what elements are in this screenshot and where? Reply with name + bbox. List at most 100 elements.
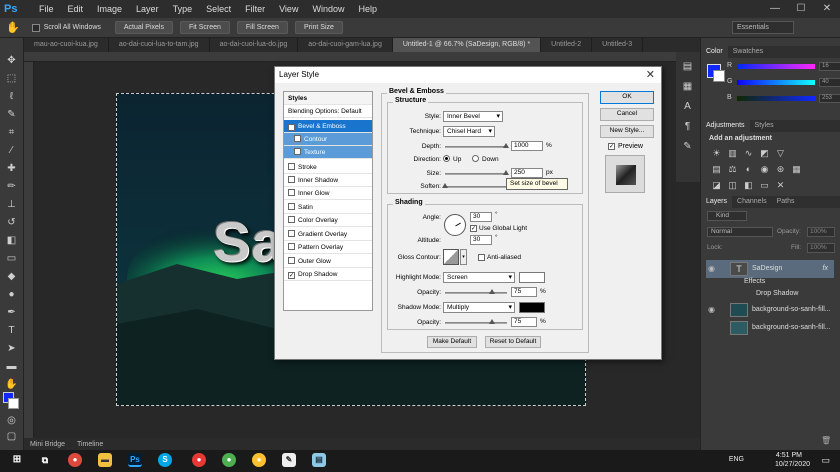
shape-tool-icon[interactable]: ▬	[4, 360, 19, 373]
direction-down-radio[interactable]	[472, 155, 479, 162]
eyedropper-tool-icon[interactable]: ⁄	[4, 144, 19, 157]
layer-opacity-input[interactable]: 100%	[807, 227, 835, 237]
depth-slider-knob[interactable]	[502, 143, 509, 148]
dodge-tool-icon[interactable]: ●	[4, 288, 19, 301]
file-explorer-icon[interactable]: ▬	[98, 453, 112, 467]
styles-header[interactable]: Styles	[284, 92, 372, 105]
history-brush-icon[interactable]: ↺	[4, 216, 19, 229]
menu-layer[interactable]: Layer	[129, 4, 166, 14]
layer-row-background[interactable]: ◉ background-so-sanh-fill...	[706, 301, 834, 319]
threshold-icon[interactable]: ◧	[743, 180, 754, 191]
highlight-opacity-knob[interactable]	[488, 289, 495, 294]
channels-tab[interactable]: Channels	[732, 198, 772, 205]
blending-options-item[interactable]: Blending Options: Default	[284, 105, 372, 118]
hand-tool-icon[interactable]: ✋	[4, 378, 19, 391]
notification-icon[interactable]: ▭	[821, 455, 830, 466]
blur-tool-icon[interactable]: ◆	[4, 270, 19, 283]
exposure-icon[interactable]: ◩	[759, 148, 770, 159]
checkbox[interactable]	[288, 216, 295, 223]
layer-fill-input[interactable]: 100%	[807, 243, 835, 253]
task-view-icon[interactable]: ⧉	[38, 453, 52, 467]
stamp-tool-icon[interactable]: ⊥	[4, 198, 19, 211]
skype-icon[interactable]: S	[158, 453, 172, 467]
workspace-select[interactable]: Essentials	[732, 21, 794, 34]
history-panel-icon[interactable]: ▤	[680, 60, 695, 73]
technique-select[interactable]: Chisel Hard	[443, 126, 495, 137]
doc-tab[interactable]: ao-dai-cuoi-gam-lua.jpg	[298, 38, 393, 52]
background-color-swatch[interactable]	[8, 398, 19, 409]
highlight-color-swatch[interactable]	[519, 272, 545, 283]
layer-row-background[interactable]: background-so-sanh-fill...	[706, 319, 834, 337]
app-notification-icon[interactable]: ●	[192, 453, 206, 467]
checkbox-checked[interactable]: ✓	[288, 272, 295, 279]
color-lookup-icon[interactable]: ▦	[791, 164, 802, 175]
r-value[interactable]: 16	[819, 62, 840, 71]
menu-help[interactable]: Help	[351, 4, 384, 14]
paths-tab[interactable]: Paths	[772, 198, 800, 205]
eraser-tool-icon[interactable]: ◧	[4, 234, 19, 247]
paint-icon[interactable]: ✎	[282, 453, 296, 467]
style-item-gradient-overlay[interactable]: Gradient Overlay	[284, 228, 372, 241]
gradient-map-icon[interactable]: ▭	[759, 180, 770, 191]
size-slider[interactable]	[445, 170, 509, 175]
ok-button[interactable]: OK	[600, 91, 654, 104]
fill-screen-button[interactable]: Fill Screen	[236, 21, 288, 34]
timeline-tab[interactable]: Timeline	[71, 441, 109, 448]
color-tab[interactable]: Color	[701, 46, 728, 58]
style-item-drop-shadow[interactable]: ✓ Drop Shadow	[284, 268, 372, 281]
quick-select-tool-icon[interactable]: ✎	[4, 108, 19, 121]
screen-mode-icon[interactable]: ▢	[4, 430, 19, 443]
maximize-button[interactable]: ☐	[788, 0, 814, 18]
style-item-contour[interactable]: Contour	[284, 133, 372, 146]
highlight-mode-select[interactable]: Screen	[443, 272, 515, 283]
shadow-opacity-slider[interactable]	[445, 319, 507, 324]
lasso-tool-icon[interactable]: ℓ	[4, 90, 19, 103]
hue-saturation-icon[interactable]: ▤	[711, 164, 722, 175]
doc-tab[interactable]: ao-dai-cuoi-lua-do.jpg	[210, 38, 299, 52]
style-item-bevel-emboss[interactable]: ✓ Bevel & Emboss	[284, 120, 372, 133]
bevel-style-select[interactable]: Inner Bevel	[443, 111, 503, 122]
direction-up-radio[interactable]	[443, 155, 450, 162]
print-size-button[interactable]: Print Size	[294, 21, 343, 34]
delete-layer-icon[interactable]: 🗑	[821, 436, 833, 446]
layer-effects-row[interactable]: Effects	[706, 276, 834, 288]
style-item-outer-glow[interactable]: Outer Glow	[284, 255, 372, 268]
quick-mask-icon[interactable]: ◎	[4, 414, 19, 427]
altitude-input[interactable]: 30	[470, 235, 492, 245]
healing-tool-icon[interactable]: ✚	[4, 162, 19, 175]
menu-edit[interactable]: Edit	[61, 4, 91, 14]
shadow-color-swatch[interactable]	[519, 302, 545, 313]
checkbox[interactable]	[288, 189, 295, 196]
depth-slider[interactable]	[445, 143, 509, 148]
invert-icon[interactable]: ◪	[711, 180, 722, 191]
minimize-button[interactable]: —	[762, 0, 788, 18]
style-item-inner-shadow[interactable]: Inner Shadow	[284, 174, 372, 187]
size-slider-knob[interactable]	[502, 170, 509, 175]
use-global-light-checkbox[interactable]: ✓	[470, 225, 477, 232]
doc-tab[interactable]: Untitled-3	[592, 38, 644, 52]
preview-checkbox[interactable]: ✓	[608, 143, 615, 150]
brush-panel-icon[interactable]: ✎	[680, 140, 695, 153]
doc-tab-active[interactable]: Untitled-1 @ 66.7% (SaDesign, RGB/8) *	[392, 38, 542, 52]
curves-icon[interactable]: ∿	[743, 148, 754, 159]
menu-view[interactable]: View	[272, 4, 305, 14]
selective-color-icon[interactable]: ✕	[775, 180, 786, 191]
move-tool-icon[interactable]: ✥	[4, 54, 19, 67]
checkbox[interactable]	[294, 148, 301, 155]
size-input[interactable]: 250	[511, 168, 543, 178]
new-style-button[interactable]: New Style...	[600, 125, 654, 138]
menu-filter[interactable]: Filter	[238, 4, 272, 14]
chrome-icon-2[interactable]: ●	[222, 453, 236, 467]
r-slider[interactable]	[737, 64, 815, 69]
notepad-icon[interactable]: ▤	[312, 453, 326, 467]
scroll-all-windows-checkbox[interactable]	[31, 23, 40, 32]
brightness-icon[interactable]: ☀	[711, 148, 722, 159]
angle-input[interactable]: 30	[470, 212, 492, 222]
style-item-color-overlay[interactable]: Color Overlay	[284, 214, 372, 227]
styles-tab[interactable]: Styles	[750, 122, 779, 129]
shadow-opacity-knob[interactable]	[488, 319, 495, 324]
photo-filter-icon[interactable]: ◉	[759, 164, 770, 175]
clock-time[interactable]: 4:51 PM	[776, 452, 802, 459]
posterize-icon[interactable]: ◫	[727, 180, 738, 191]
language-indicator[interactable]: ENG	[729, 456, 744, 463]
